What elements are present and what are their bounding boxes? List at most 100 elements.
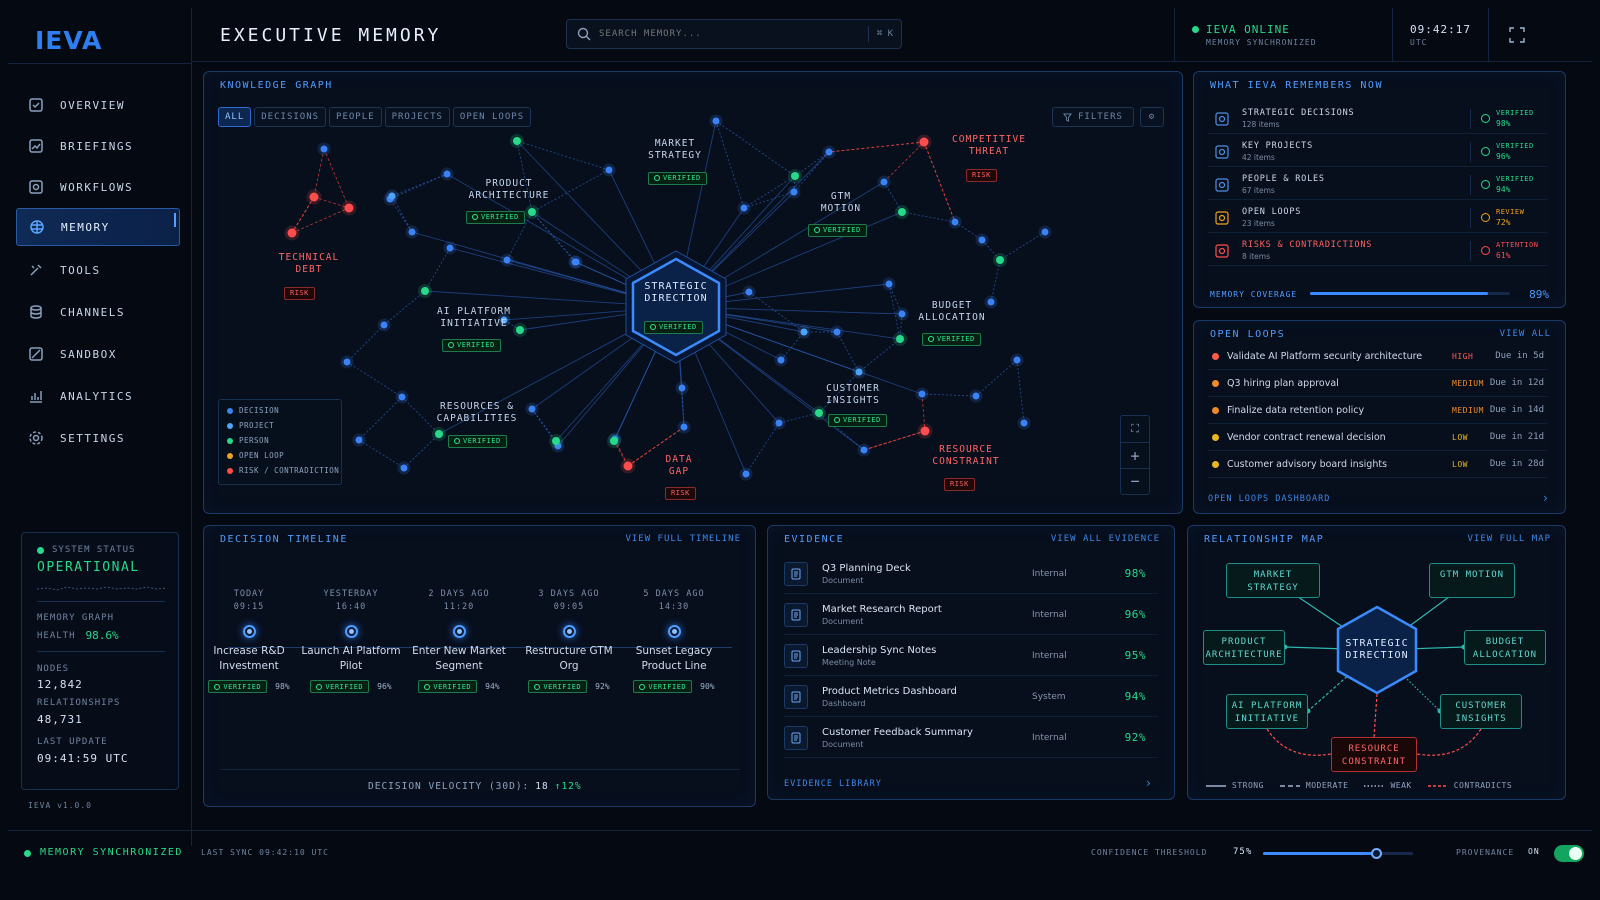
graph-node[interactable]: [398, 393, 406, 401]
graph-node[interactable]: [528, 405, 536, 413]
graph-node[interactable]: [435, 430, 443, 438]
nav-item-settings[interactable]: SETTINGS: [16, 419, 180, 457]
zoom-out-icon[interactable]: −: [1121, 468, 1149, 494]
search-box[interactable]: ⌘ K: [566, 19, 902, 49]
nav-item-sandbox[interactable]: SANDBOX: [16, 335, 180, 373]
timeline-item[interactable]: TODAY 09:15 Increase R&D Investment VERI…: [194, 588, 304, 693]
chevron-right-icon[interactable]: ›: [1145, 776, 1152, 790]
open-loop-row[interactable]: Q3 hiring plan approval MEDIUM Due in 12…: [1208, 370, 1548, 397]
graph-node[interactable]: [528, 208, 536, 216]
graph-node[interactable]: [1013, 356, 1021, 364]
fullscreen-icon[interactable]: [1509, 27, 1525, 43]
timeline-item[interactable]: 2 DAYS AGO 11:20 Enter New Market Segmen…: [404, 588, 514, 693]
graph-node[interactable]: [860, 446, 868, 454]
node-market-strategy[interactable]: MARKET STRATEGY: [640, 138, 710, 162]
graph-node[interactable]: [777, 356, 785, 364]
graph-node[interactable]: [791, 172, 799, 180]
rel-node-resource-constraint[interactable]: RESOURCE CONSTRAINT: [1331, 737, 1417, 772]
fit-view-icon[interactable]: ⛶: [1121, 416, 1149, 442]
graph-node[interactable]: [740, 204, 748, 212]
graph-node[interactable]: [309, 192, 319, 202]
memory-category-row[interactable]: RISKS & CONTRADICTIONS 8 items ATTENTION…: [1208, 236, 1548, 266]
node-resources-capabilities[interactable]: RESOURCES & CAPABILITIES: [432, 401, 522, 425]
graph-node[interactable]: [775, 419, 783, 427]
graph-node[interactable]: [896, 335, 904, 343]
graph-node[interactable]: [898, 208, 906, 216]
graph-node[interactable]: [343, 358, 351, 366]
node-competitive-threat[interactable]: COMPETITIVE THREAT: [949, 134, 1029, 158]
node-gtm-motion[interactable]: GTM MOTION: [816, 191, 866, 215]
open-loop-row[interactable]: Finalize data retention policy MEDIUM Du…: [1208, 397, 1548, 424]
graph-node[interactable]: [572, 258, 580, 266]
graph-node[interactable]: [400, 464, 408, 472]
rel-node-gtm-motion[interactable]: GTM MOTION: [1429, 563, 1515, 598]
graph-node[interactable]: [503, 256, 511, 264]
graph-node[interactable]: [320, 145, 328, 153]
graph-node[interactable]: [800, 328, 808, 336]
memory-category-row[interactable]: PEOPLE & ROLES 67 items VERIFIED 94%: [1208, 170, 1548, 200]
nav-item-channels[interactable]: CHANNELS: [16, 293, 180, 331]
evidence-row[interactable]: Q3 Planning Deck Document Internal 98%: [784, 554, 1158, 594]
graph-node[interactable]: [355, 436, 363, 444]
graph-node[interactable]: [388, 192, 396, 200]
graph-node[interactable]: [825, 148, 833, 156]
graph-node[interactable]: [712, 117, 720, 125]
view-all-evidence-link[interactable]: VIEW ALL EVIDENCE: [1051, 534, 1160, 544]
search-input[interactable]: [599, 29, 849, 39]
node-data-gap[interactable]: DATA GAP: [654, 454, 704, 478]
graph-node[interactable]: [443, 170, 451, 178]
graph-node[interactable]: [745, 288, 753, 296]
evidence-row[interactable]: Leadership Sync Notes Meeting Note Inter…: [784, 636, 1158, 676]
nav-item-briefings[interactable]: BRIEFINGS: [16, 127, 180, 165]
graph-node[interactable]: [1041, 228, 1049, 236]
graph-node[interactable]: [287, 228, 297, 238]
rel-node-customer-insights[interactable]: CUSTOMER INSIGHTS: [1440, 694, 1522, 729]
center-hub[interactable]: [616, 247, 736, 367]
graph-node[interactable]: [678, 384, 686, 392]
graph-node[interactable]: [833, 328, 841, 336]
graph-node[interactable]: [380, 321, 388, 329]
nav-item-memory[interactable]: MEMORY: [16, 208, 180, 246]
timeline-item[interactable]: 5 DAYS AGO 14:30 Sunset Legacy Product L…: [619, 588, 729, 693]
timeline-item[interactable]: 3 DAYS AGO 09:05 Restructure GTM Org VER…: [514, 588, 624, 693]
evidence-row[interactable]: Customer Feedback Summary Document Inter…: [784, 718, 1158, 758]
graph-node[interactable]: [898, 310, 906, 318]
graph-node[interactable]: [680, 423, 688, 431]
graph-node[interactable]: [1020, 419, 1028, 427]
node-ai-platform-initiative[interactable]: AI PLATFORM INITIATIVE: [434, 306, 514, 330]
evidence-row[interactable]: Market Research Report Document Internal…: [784, 595, 1158, 635]
graph-node[interactable]: [920, 426, 930, 436]
nav-item-tools[interactable]: TOOLS: [16, 251, 180, 289]
graph-node[interactable]: [344, 203, 354, 213]
graph-node[interactable]: [516, 326, 524, 334]
graph-node[interactable]: [919, 137, 929, 147]
rel-node-ai-platform-initiative[interactable]: AI PLATFORM INITIATIVE: [1226, 694, 1308, 729]
chevron-right-icon[interactable]: ›: [1542, 491, 1549, 505]
graph-node[interactable]: [421, 287, 429, 295]
memory-category-row[interactable]: OPEN LOOPS 23 items REVIEW 72%: [1208, 203, 1548, 233]
evidence-library-link[interactable]: EVIDENCE LIBRARY: [784, 779, 882, 789]
open-loops-dashboard-link[interactable]: OPEN LOOPS DASHBOARD: [1208, 494, 1330, 504]
graph-node[interactable]: [605, 166, 613, 174]
node-budget-allocation[interactable]: BUDGET ALLOCATION: [912, 300, 992, 324]
graph-node[interactable]: [513, 137, 521, 145]
timeline-item[interactable]: YESTERDAY 16:40 Launch AI Platform Pilot…: [296, 588, 406, 693]
memory-category-row[interactable]: STRATEGIC DECISIONS 128 items VERIFIED 9…: [1208, 104, 1548, 134]
graph-node[interactable]: [446, 244, 454, 252]
open-loop-row[interactable]: Customer advisory board insights LOW Due…: [1208, 451, 1548, 478]
node-resource-constraint[interactable]: RESOURCE CONSTRAINT: [926, 444, 1006, 468]
open-loop-row[interactable]: Vendor contract renewal decision LOW Due…: [1208, 424, 1548, 451]
view-all-link[interactable]: VIEW ALL: [1500, 329, 1551, 339]
graph-node[interactable]: [623, 461, 633, 471]
evidence-row[interactable]: Product Metrics Dashboard Dashboard Syst…: [784, 677, 1158, 717]
view-full-timeline-link[interactable]: VIEW FULL TIMELINE: [625, 534, 741, 544]
nav-item-overview[interactable]: OVERVIEW: [16, 86, 180, 124]
node-technical-debt[interactable]: TECHNICAL DEBT: [274, 252, 344, 276]
open-loop-row[interactable]: Validate AI Platform security architectu…: [1208, 343, 1548, 370]
nav-item-workflows[interactable]: WORKFLOWS: [16, 168, 180, 206]
node-product-architecture[interactable]: PRODUCT ARCHITECTURE: [464, 178, 554, 202]
memory-category-row[interactable]: KEY PROJECTS 42 items VERIFIED 96%: [1208, 137, 1548, 167]
graph-node[interactable]: [880, 178, 888, 186]
provenance-toggle[interactable]: [1554, 845, 1584, 862]
node-customer-insights[interactable]: CUSTOMER INSIGHTS: [818, 383, 888, 407]
